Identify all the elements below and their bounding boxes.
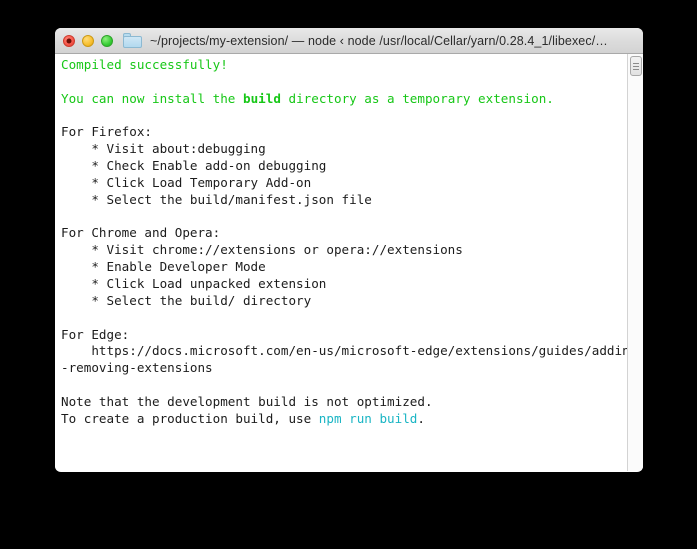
terminal-line: You can now install the build directory … [61,91,621,108]
window-title: ~/projects/my-extension/ — node ‹ node /… [150,33,608,48]
terminal-body[interactable]: Compiled successfully! You can now insta… [55,54,643,471]
terminal-line: * Select the build/manifest.json file [61,191,372,207]
terminal-line: Note that the development build is not o… [61,393,433,409]
scrollbar-thumb[interactable] [630,56,642,76]
close-button[interactable] [63,34,75,47]
terminal-line-segment: build [242,90,281,106]
terminal-line-segment: npm run build [318,410,418,426]
terminal-line: * Check Enable add-on debugging [61,158,327,174]
terminal-line: For Chrome and Opera: [61,225,221,241]
window-titlebar[interactable]: ~/projects/my-extension/ — node ‹ node /… [55,28,643,54]
terminal-line: * Visit about:debugging [61,141,266,157]
zoom-button[interactable] [101,34,113,47]
terminal-line: Compiled successfully! [61,57,228,72]
terminal-window[interactable]: ~/projects/my-extension/ — node ‹ node /… [55,28,643,472]
terminal-line: https://docs.microsoft.com/en-us/microso… [61,343,643,359]
terminal-line: * Click Load unpacked extension [61,275,327,291]
minimize-button[interactable] [82,34,94,47]
terminal-line: * Visit chrome://extensions or opera://e… [61,242,463,258]
terminal-line: * Select the build/ directory [61,292,312,308]
terminal-line: -removing-extensions [61,360,213,376]
terminal-line-segment: directory as a temporary extension. [280,90,554,106]
terminal-line: To create a production build, use npm ru… [61,411,621,428]
terminal-output: Compiled successfully! You can now insta… [61,57,643,428]
folder-icon [123,33,142,48]
terminal-line: For Firefox: [61,124,152,140]
terminal-scrollbar[interactable] [627,54,643,471]
terminal-line-segment: You can now install the [61,90,243,106]
window-controls [63,34,113,47]
terminal-line-segment: . [417,410,425,426]
terminal-line: For Edge: [61,326,130,342]
terminal-line-segment: To create a production build, use [61,410,319,426]
terminal-line: * Click Load Temporary Add-on [61,174,312,190]
terminal-line: * Enable Developer Mode [61,259,266,275]
